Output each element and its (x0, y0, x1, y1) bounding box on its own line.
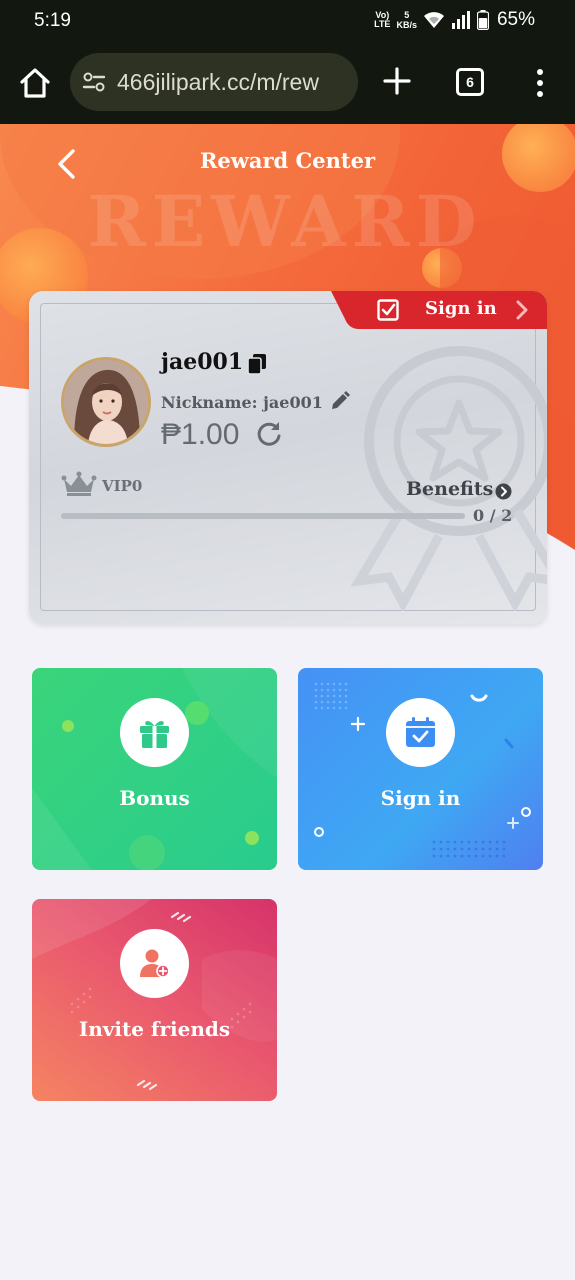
home-icon[interactable] (18, 66, 52, 100)
vip-progress-text: 0 / 2 (473, 506, 513, 525)
chevron-circle-right-icon[interactable] (495, 483, 512, 500)
nickname: Nickname: jae001 (161, 393, 323, 412)
bonus-tile-label[interactable]: Bonus (32, 786, 277, 810)
new-tab-icon[interactable] (382, 66, 412, 96)
net-speed-unit: KB/s (396, 20, 417, 30)
chevron-right-icon (516, 300, 528, 320)
add-user-icon-badge (120, 929, 189, 998)
gift-icon (140, 720, 169, 748)
calendar-check-icon (406, 717, 435, 747)
browser-toolbar: 466jilipark.cc/m/rew 6 (0, 44, 575, 124)
calendar-icon-badge (386, 698, 455, 767)
add-user-icon (140, 949, 170, 978)
url-text[interactable]: 466jilipark.cc/m/rew (117, 69, 319, 96)
status-icons: Vo) LTE 5 KB/s 65% (374, 9, 535, 31)
user-info-card: Sign in jae001 Nickname: jae001 ₱1.00 VI… (29, 291, 547, 624)
avatar-portrait (64, 360, 148, 444)
crown-icon (61, 471, 97, 496)
pencil-edit-icon[interactable] (330, 391, 350, 411)
battery-percent: 65% (496, 9, 535, 30)
copy-icon[interactable] (247, 353, 267, 375)
invite-friends-tile[interactable]: Invite friends (32, 899, 277, 1101)
volte-icon: Vo) LTE (374, 10, 391, 29)
reward-center-page: REWARD Reward Center Sign in jae001 Nick… (0, 124, 575, 1280)
sign-in-tile-label[interactable]: Sign in (298, 786, 543, 810)
username: jae001 (161, 349, 244, 375)
status-bar: 5:19 Vo) LTE 5 KB/s 65% (0, 0, 575, 44)
invite-friends-tile-label[interactable]: Invite friends (32, 1017, 277, 1041)
star-emblem-watermark (350, 346, 547, 611)
wifi-icon (423, 12, 444, 28)
battery-icon (476, 10, 489, 30)
balance-amount: ₱1.00 (161, 418, 240, 451)
sign-in-tile[interactable]: Sign in (298, 668, 543, 870)
signal-icon (451, 11, 470, 29)
more-menu-icon[interactable] (530, 66, 550, 100)
avatar[interactable] (61, 357, 151, 447)
address-bar[interactable]: 466jilipark.cc/m/rew (70, 53, 358, 111)
page-title: Reward Center (199, 148, 376, 173)
check-box-icon (377, 299, 399, 321)
tab-switcher-button[interactable]: 6 (456, 68, 484, 96)
net-speed: 5 KB/s (396, 10, 417, 30)
gift-icon-badge (120, 698, 189, 767)
vip-level: VIP0 (102, 477, 143, 495)
sign-in-ribbon-label[interactable]: Sign in (425, 298, 497, 319)
refresh-icon[interactable] (255, 420, 283, 448)
benefits-link[interactable]: Benefits (406, 478, 493, 500)
status-time: 5:19 (34, 10, 71, 31)
vip-progress-bar (61, 513, 465, 519)
svg-text:REWARD: REWARD (88, 180, 483, 263)
net-speed-value: 5 (404, 10, 410, 20)
site-settings-icon[interactable] (82, 71, 106, 93)
bonus-tile[interactable]: Bonus (32, 668, 277, 870)
